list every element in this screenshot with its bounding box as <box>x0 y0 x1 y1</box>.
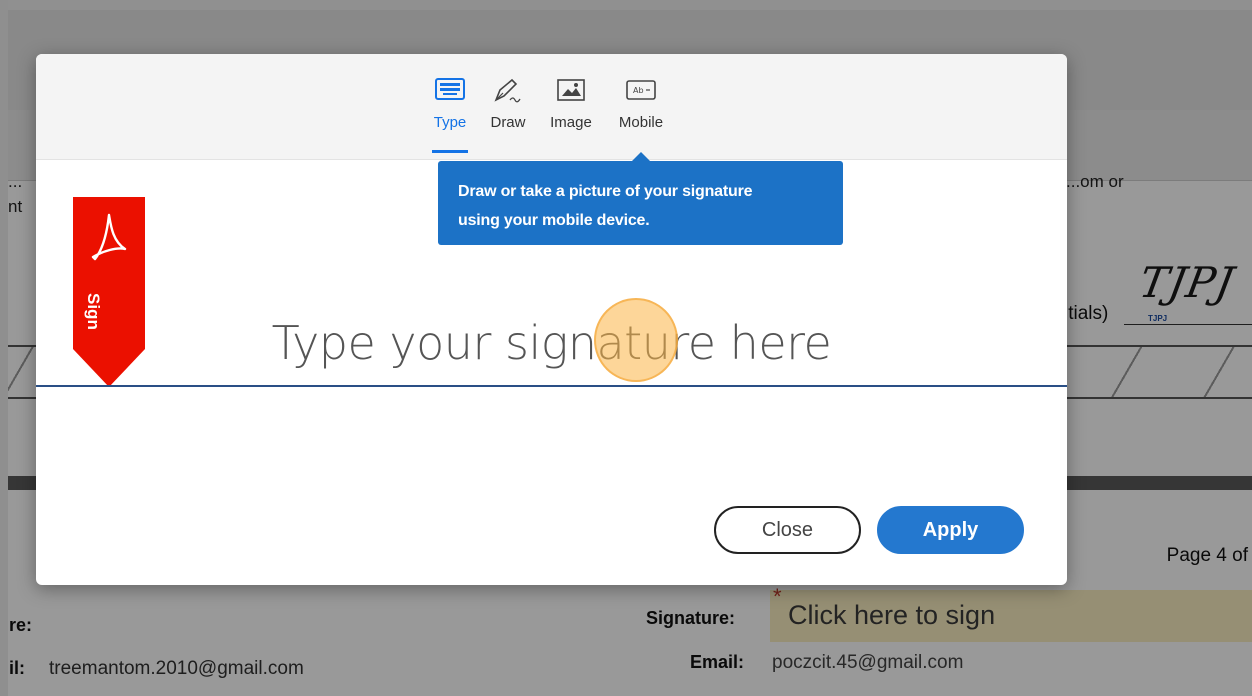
signature-input[interactable]: Type your signature here <box>36 316 1067 370</box>
tab-image[interactable]: Image <box>544 76 598 131</box>
image-icon <box>544 76 598 112</box>
signature-baseline <box>36 385 1067 387</box>
tab-type-label: Type <box>433 114 467 131</box>
signature-dialog: Type Draw Image Ab Mobile Draw or take a… <box>36 54 1067 585</box>
cursor-highlight <box>594 298 678 382</box>
tab-mobile-label: Mobile <box>618 114 664 131</box>
tab-draw-label: Draw <box>490 114 526 131</box>
signature-method-tabs: Type Draw Image Ab Mobile <box>36 54 1067 160</box>
close-button[interactable]: Close <box>714 506 861 554</box>
svg-text:Ab: Ab <box>633 86 644 95</box>
tab-draw[interactable]: Draw <box>485 76 531 131</box>
mobile-tooltip: Draw or take a picture of your signature… <box>438 152 843 245</box>
tab-mobile[interactable]: Ab Mobile <box>611 76 671 131</box>
mobile-icon: Ab <box>611 76 671 112</box>
keyboard-icon <box>432 76 468 112</box>
tab-type[interactable]: Type <box>432 76 468 153</box>
tab-image-label: Image <box>550 114 592 131</box>
pen-icon <box>485 76 531 112</box>
tooltip-line-2: using your mobile device. <box>458 212 650 229</box>
apply-button[interactable]: Apply <box>877 506 1024 554</box>
tooltip-line-1: Draw or take a picture of your signature <box>458 183 753 200</box>
